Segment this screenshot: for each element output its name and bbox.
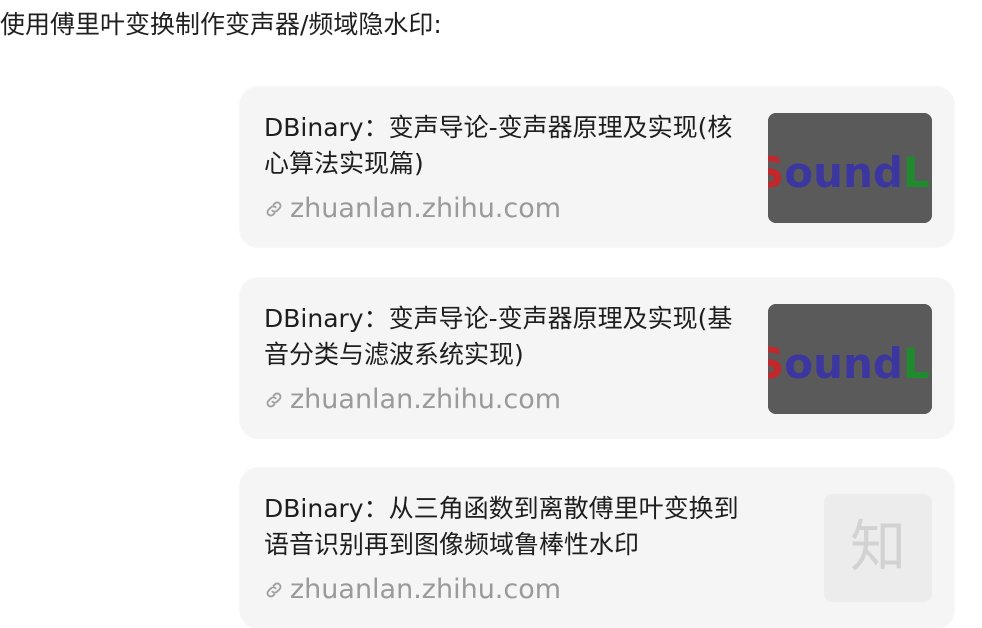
link-card[interactable]: DBinary：从三角函数到离散傅里叶变换到语音识别再到图像频域鲁棒性水印 zh… [240,468,954,628]
link-card[interactable]: DBinary：变声导论-变声器原理及实现(基音分类与滤波系统实现) zhuan… [240,278,954,438]
card-url-text: zhuanlan.zhihu.com [290,193,562,224]
link-icon [266,201,282,217]
card-author: DBinary [264,494,364,523]
card-title[interactable]: DBinary：从三角函数到离散傅里叶变换到语音识别再到图像频域鲁棒性水印 [264,491,754,563]
card-title[interactable]: DBinary：变声导论-变声器原理及实现(基音分类与滤波系统实现) [264,301,754,373]
card-url[interactable]: zhuanlan.zhihu.com [264,572,561,608]
thumb-logo-text: SoundLa [768,339,932,388]
card-url-text: zhuanlan.zhihu.com [290,384,562,415]
zhihu-placeholder-thumbnail: 知 [824,494,932,602]
card-url[interactable]: zhuanlan.zhihu.com [264,191,561,227]
card-separator: ： [363,304,389,333]
card-separator: ： [363,494,389,523]
card-author: DBinary [264,304,364,333]
intro-text: 使用傅里叶变换制作变声器/频域隐水印: [0,10,442,39]
card-url[interactable]: zhuanlan.zhihu.com [264,382,561,418]
thumb-logo-text: SoundLa [768,148,932,197]
card-separator: ： [363,113,389,142]
link-icon [266,582,282,598]
card-url-text: zhuanlan.zhihu.com [290,574,562,605]
link-icon [266,392,282,408]
card-thumbnail: SoundLa [768,113,932,223]
zhihu-glyph: 知 [850,515,906,580]
card-author: DBinary [264,113,364,142]
card-thumbnail: SoundLa [768,304,932,414]
link-card[interactable]: DBinary：变声导论-变声器原理及实现(核心算法实现篇) zhuanlan.… [240,87,954,247]
card-title[interactable]: DBinary：变声导论-变声器原理及实现(核心算法实现篇) [264,110,754,182]
